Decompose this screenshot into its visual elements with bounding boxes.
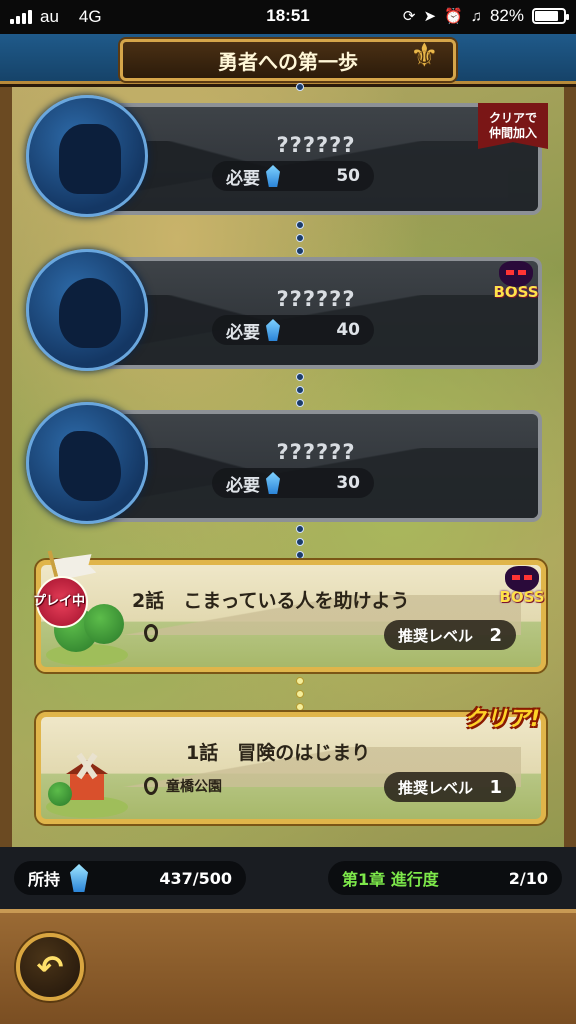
alarm-icon: ⏰	[444, 8, 463, 25]
recommended-level-pill: 推奨レベル 1	[384, 772, 516, 802]
owned-value: 437/500	[159, 868, 232, 888]
recommended-level-pill: 推奨レベル 2	[384, 620, 516, 650]
status-bar: au 4G 18:51 ⟳ ➤ ⏰ ♫ 82%	[0, 0, 576, 34]
back-button[interactable]: ↶	[16, 933, 84, 1001]
boss-face-icon	[505, 566, 539, 592]
requirement-value: 30	[336, 473, 360, 493]
header: ⚜ 勇者への第一歩 ⚜	[0, 34, 576, 84]
headphones-icon: ♫	[470, 7, 482, 25]
chapter-title: 2話 こまっている人を助けよう	[132, 590, 410, 612]
location-icon: ➤	[423, 8, 437, 25]
recommended-level-label: 推奨レベル	[398, 626, 474, 645]
requirement-label: 必要	[226, 322, 260, 343]
now-playing-badge: プレイ中	[22, 568, 96, 632]
clear-join-badge-line2: 仲間加入	[488, 126, 537, 140]
owned-crystals-pill: 所持 437/500	[14, 861, 246, 895]
path-dots	[295, 83, 305, 91]
crystal-icon	[266, 165, 280, 187]
requirement-pill: 必要 50	[212, 161, 374, 191]
locked-chapter-card[interactable]: ?????? 必要 50 クリアで 仲間加入	[26, 95, 548, 217]
info-bar: 所持 437/500 第1章 進行度 2/10	[0, 847, 576, 909]
back-arrow-icon: ↶	[36, 948, 64, 986]
fleur-right-icon: ⚜	[410, 36, 439, 74]
page-title-plate: 勇者への第一歩	[120, 39, 456, 81]
current-chapter-card[interactable]: 2話 こまっている人を助けよう 推奨レベル 2 BOSS	[36, 560, 546, 672]
chapter-title: ??????	[276, 287, 356, 311]
path-dots-cleared	[295, 677, 305, 711]
requirement-label: 必要	[226, 168, 260, 189]
path-dots	[295, 221, 305, 255]
crystal-icon	[70, 864, 89, 892]
chapter-progress-pill: 第1章 進行度 2/10	[328, 861, 562, 895]
location-name: 童橋公園	[166, 779, 222, 795]
recommended-level-value: 1	[489, 776, 502, 798]
battery-percent: 82%	[489, 6, 524, 25]
crystal-icon	[266, 319, 280, 341]
progress-value: 2/10	[508, 868, 548, 888]
boss-badge: BOSS	[484, 261, 548, 311]
location-row	[144, 624, 158, 642]
clear-join-badge-line1: クリアで	[488, 111, 537, 125]
requirement-pill: 必要 40	[212, 315, 374, 345]
rotation-lock-icon: ⟳	[402, 8, 416, 25]
unknown-ally-silhouette-icon	[26, 95, 148, 217]
boss-face-icon	[499, 261, 533, 287]
cleared-chapter-card[interactable]: 1話 冒険のはじまり 童橋公園 推奨レベル 1 クリア!	[36, 707, 546, 824]
chapter-title: 1話 冒険のはじまり	[186, 742, 371, 764]
footer: ↶	[0, 909, 576, 1024]
boss-badge: BOSS	[490, 566, 554, 616]
chapter-title: ??????	[276, 133, 356, 157]
windmill-village-thumbnail-icon	[44, 752, 130, 818]
chapter-title: ??????	[276, 440, 356, 464]
path-dots	[295, 525, 305, 559]
location-row: 童橋公園	[144, 776, 222, 796]
progress-label: 第1章 進行度	[342, 870, 439, 889]
unknown-enemy-silhouette-icon	[26, 402, 148, 524]
recommended-level-value: 2	[489, 624, 502, 646]
path-dots	[295, 373, 305, 407]
map-pin-icon	[144, 777, 158, 795]
owned-label: 所持	[28, 870, 61, 889]
unknown-monster-silhouette-icon	[26, 249, 148, 371]
locked-chapter-card[interactable]: ?????? 必要 30	[26, 402, 542, 524]
requirement-value: 50	[336, 166, 360, 186]
requirement-pill: 必要 30	[212, 468, 374, 498]
recommended-level-label: 推奨レベル	[398, 778, 474, 797]
map-pin-icon	[144, 624, 158, 642]
requirement-label: 必要	[226, 475, 260, 496]
page-title: 勇者への第一歩	[218, 49, 358, 74]
now-playing-label: プレイ中	[32, 594, 85, 609]
locked-chapter-card[interactable]: ?????? 必要 40 BOSS	[26, 249, 542, 371]
battery-icon	[532, 8, 569, 24]
crystal-icon	[266, 472, 280, 494]
clear-badge: クリア!	[463, 707, 541, 732]
requirement-value: 40	[336, 320, 360, 340]
